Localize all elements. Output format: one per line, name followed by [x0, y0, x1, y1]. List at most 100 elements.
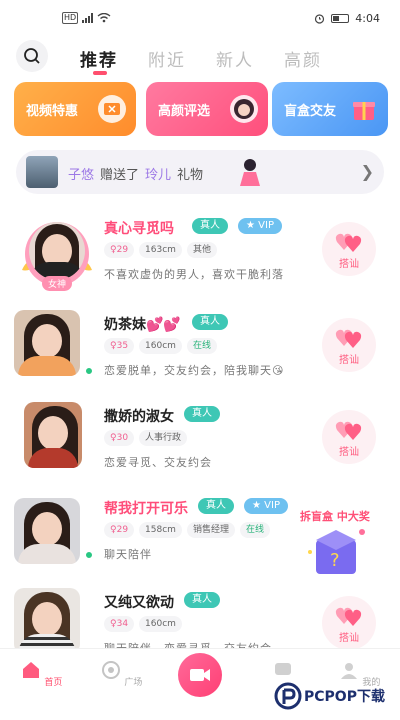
user-tags: ♀34 160cm [104, 616, 182, 632]
verified-badge: 真人 [184, 406, 220, 422]
avatar [24, 402, 82, 468]
ticket-icon [98, 95, 126, 123]
chat-button[interactable]: 搭讪 [322, 410, 376, 464]
avatar [14, 310, 80, 376]
user-name: 奶茶妹💕💕 [104, 317, 181, 333]
top-navigation: 推荐 附近 新人 高颜 [0, 38, 400, 78]
user-bio: 聊天陪伴 [104, 548, 152, 561]
verified-badge: 真人 [192, 314, 228, 330]
nav-square[interactable]: 广场 [96, 659, 146, 688]
status-bar: HD 4:04 [0, 0, 400, 36]
online-indicator [84, 550, 94, 560]
avatar [14, 498, 80, 564]
wifi-icon [97, 13, 111, 23]
avatar [29, 222, 85, 280]
age-tag: ♀35 [104, 338, 135, 354]
user-tags: ♀29 158cm 销售经理 在线 [104, 522, 270, 538]
watermark-text: PCPOP下载 [304, 689, 385, 705]
goddess-badge: 女神 [42, 276, 73, 291]
square-icon [101, 661, 120, 679]
verified-badge: 真人 [198, 498, 234, 514]
home-icon [22, 662, 39, 678]
list-item[interactable]: 奶茶妹💕💕 真人 ♀35 160cm 在线 恋爱脱单，交友约会，陪我聊天😘 搭讪 [0, 306, 400, 402]
verified-badge: 真人 [184, 592, 220, 608]
beauty-avatar-icon [230, 95, 258, 123]
online-indicator [84, 366, 94, 376]
verified-badge: 真人 [192, 218, 228, 234]
hearts-icon [335, 421, 362, 440]
profile-icon [340, 663, 357, 679]
user-tags: ♀29 163cm 其他 [104, 242, 217, 258]
vip-label: VIP [258, 220, 274, 231]
avatar-frame: 女神 [18, 216, 96, 294]
online-tag: 在线 [239, 522, 270, 538]
user-bio: 恋爱寻觅、交友约会 [104, 456, 212, 469]
message-icon [275, 663, 291, 675]
beauty-vote-card[interactable]: 高颜评选 [146, 82, 268, 136]
giftbox-icon [350, 95, 378, 123]
hearts-icon [335, 329, 362, 348]
gift-receiver-name: 玲儿 [145, 168, 172, 183]
mystery-box-icon: ? [308, 529, 365, 574]
user-bio: 恋爱脱单，交友约会，陪我聊天😘 [104, 364, 285, 377]
nav-home-label: 首页 [44, 678, 63, 688]
user-name: 撒娇的淑女 [104, 409, 174, 425]
nav-square-label: 广场 [124, 678, 143, 688]
gift-message: 子悠 赠送了 玲儿 礼物 [68, 164, 203, 183]
video-call-icon [190, 669, 210, 681]
chat-button[interactable]: 搭讪 [322, 222, 376, 276]
gift-action-text: 赠送了 [100, 168, 140, 183]
user-name: 帮我打开可乐 [104, 501, 188, 517]
video-call-button[interactable] [178, 653, 222, 697]
clock-time: 4:04 [355, 12, 380, 25]
blind-box-label: 盲盒交友 [284, 103, 337, 119]
video-discount-label: 视频特惠 [26, 103, 79, 119]
height-tag: 163cm [139, 242, 182, 258]
user-tags: ♀35 160cm 在线 [104, 338, 217, 354]
chevron-right-icon[interactable]: ❯ [361, 162, 374, 181]
job-tag: 人事行政 [139, 430, 188, 446]
user-bio: 不喜欢虚伪的男人，喜欢干脆利落 [104, 268, 284, 281]
age-tag: ♀34 [104, 616, 135, 632]
watermark-logo-icon [274, 682, 302, 710]
tab-nearby[interactable]: 附近 [148, 46, 186, 71]
chat-label: 搭讪 [339, 633, 359, 644]
height-tag: 158cm [139, 522, 182, 538]
job-tag: 其他 [186, 242, 217, 258]
search-button[interactable] [16, 40, 48, 72]
tab-newcomer[interactable]: 新人 [216, 46, 254, 71]
avatar [14, 588, 80, 654]
user-tags: ♀30 人事行政 [104, 430, 188, 446]
chat-button[interactable]: 搭讪 [322, 596, 376, 650]
height-tag: 160cm [139, 338, 182, 354]
age-tag: ♀29 [104, 242, 135, 258]
nav-home[interactable]: 首页 [16, 659, 66, 688]
svg-text:?: ? [330, 550, 340, 571]
sender-avatar [26, 156, 58, 188]
hearts-icon [335, 607, 362, 626]
user-name: 又纯又欲动 [104, 595, 174, 611]
online-tag: 在线 [186, 338, 217, 354]
height-tag: 160cm [139, 616, 182, 632]
video-discount-card[interactable]: 视频特惠 [14, 82, 136, 136]
list-item[interactable]: 撒娇的淑女 真人 ♀30 人事行政 恋爱寻觅、交友约会 搭讪 [0, 398, 400, 494]
tab-recommend[interactable]: 推荐 [80, 46, 118, 71]
hearts-icon [335, 233, 362, 252]
blind-box-card[interactable]: 盲盒交友 [272, 82, 388, 136]
tab-high-looks[interactable]: 高颜 [284, 46, 322, 71]
age-tag: ♀29 [104, 522, 135, 538]
gift-sender-name: 子悠 [68, 168, 95, 183]
chat-button[interactable]: 搭讪 [322, 318, 376, 372]
age-tag: ♀30 [104, 430, 135, 446]
battery-icon [331, 14, 350, 23]
user-name: 真心寻觅吗 [104, 221, 174, 237]
hd-indicator: HD [62, 12, 79, 24]
vip-badge: ★ VIP [238, 218, 282, 234]
alarm-icon [315, 14, 325, 24]
active-tab-indicator [93, 71, 107, 75]
job-tag: 销售经理 [186, 522, 235, 538]
list-item[interactable]: 女神 真心寻觅吗 真人 ★ VIP ♀29 163cm 其他 不喜欢虚伪的男人，… [0, 210, 400, 306]
blind-box-promo[interactable]: 拆盲盒 中大奖 ? [296, 508, 386, 578]
signal-icon [82, 13, 94, 23]
gift-notification-bar[interactable]: 子悠 赠送了 玲儿 礼物 ❯ [16, 150, 384, 194]
